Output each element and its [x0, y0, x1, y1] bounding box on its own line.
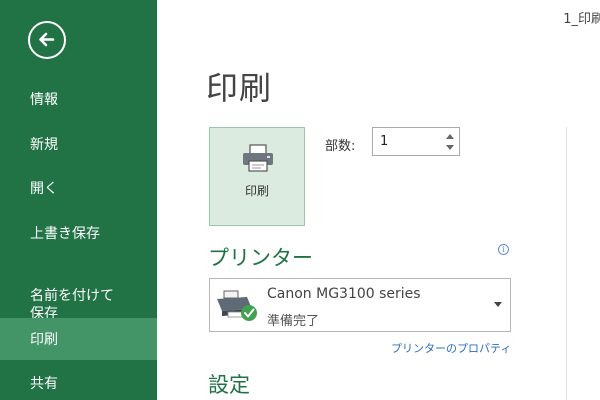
print-button[interactable]: 印刷	[209, 127, 305, 226]
nav-item-open[interactable]: 開く	[0, 180, 157, 198]
nav-item-label: 情報	[30, 92, 58, 108]
back-button[interactable]	[28, 21, 66, 59]
nav-item-new[interactable]: 新規	[0, 136, 157, 154]
nav-item-label: 上書き保存	[30, 226, 100, 242]
printer-device-icon	[217, 290, 257, 321]
page-title: 印刷	[206, 69, 273, 107]
nav-item-save-as[interactable]: 名前を付けて 保存	[0, 269, 157, 323]
document-title: 1_印刷の基	[563, 12, 600, 27]
nav-item-label: 開く	[30, 181, 58, 197]
chevron-down-icon	[494, 302, 502, 307]
printer-properties-link[interactable]: プリンターのプロパティ	[391, 340, 511, 356]
copies-stepper[interactable]: 1	[372, 127, 460, 156]
printer-section-heading: プリンター	[208, 246, 313, 270]
nav-item-info[interactable]: 情報	[0, 91, 157, 109]
printer-dropdown[interactable]: Canon MG3100 series 準備完了	[209, 278, 511, 332]
nav-item-save[interactable]: 上書き保存	[0, 225, 157, 243]
nav-item-label: 印刷	[30, 332, 58, 348]
selected-printer-name: Canon MG3100 series	[267, 286, 421, 302]
printer-status: 準備完了	[267, 314, 320, 329]
nav-item-label: 新規	[30, 137, 58, 153]
nav-item-print[interactable]: 印刷	[0, 318, 157, 360]
nav-item-label: 名前を付けて 保存	[30, 288, 114, 322]
printer-icon	[243, 144, 273, 172]
settings-section-heading: 設定	[208, 373, 250, 397]
spin-down-icon[interactable]	[446, 145, 454, 150]
preview-divider	[566, 127, 567, 400]
copies-label: 部数:	[325, 139, 356, 154]
nav-item-share[interactable]: 共有	[0, 375, 157, 393]
backstage-sidebar: 情報 新規 開く 上書き保存 名前を付けて 保存 印刷 共有	[0, 0, 157, 400]
print-button-label: 印刷	[244, 184, 269, 198]
nav-item-label: 共有	[30, 376, 58, 392]
copies-value[interactable]: 1	[380, 134, 388, 149]
info-icon[interactable]: i	[498, 244, 509, 255]
spin-up-icon[interactable]	[446, 134, 454, 139]
arrow-left-icon	[39, 32, 55, 47]
